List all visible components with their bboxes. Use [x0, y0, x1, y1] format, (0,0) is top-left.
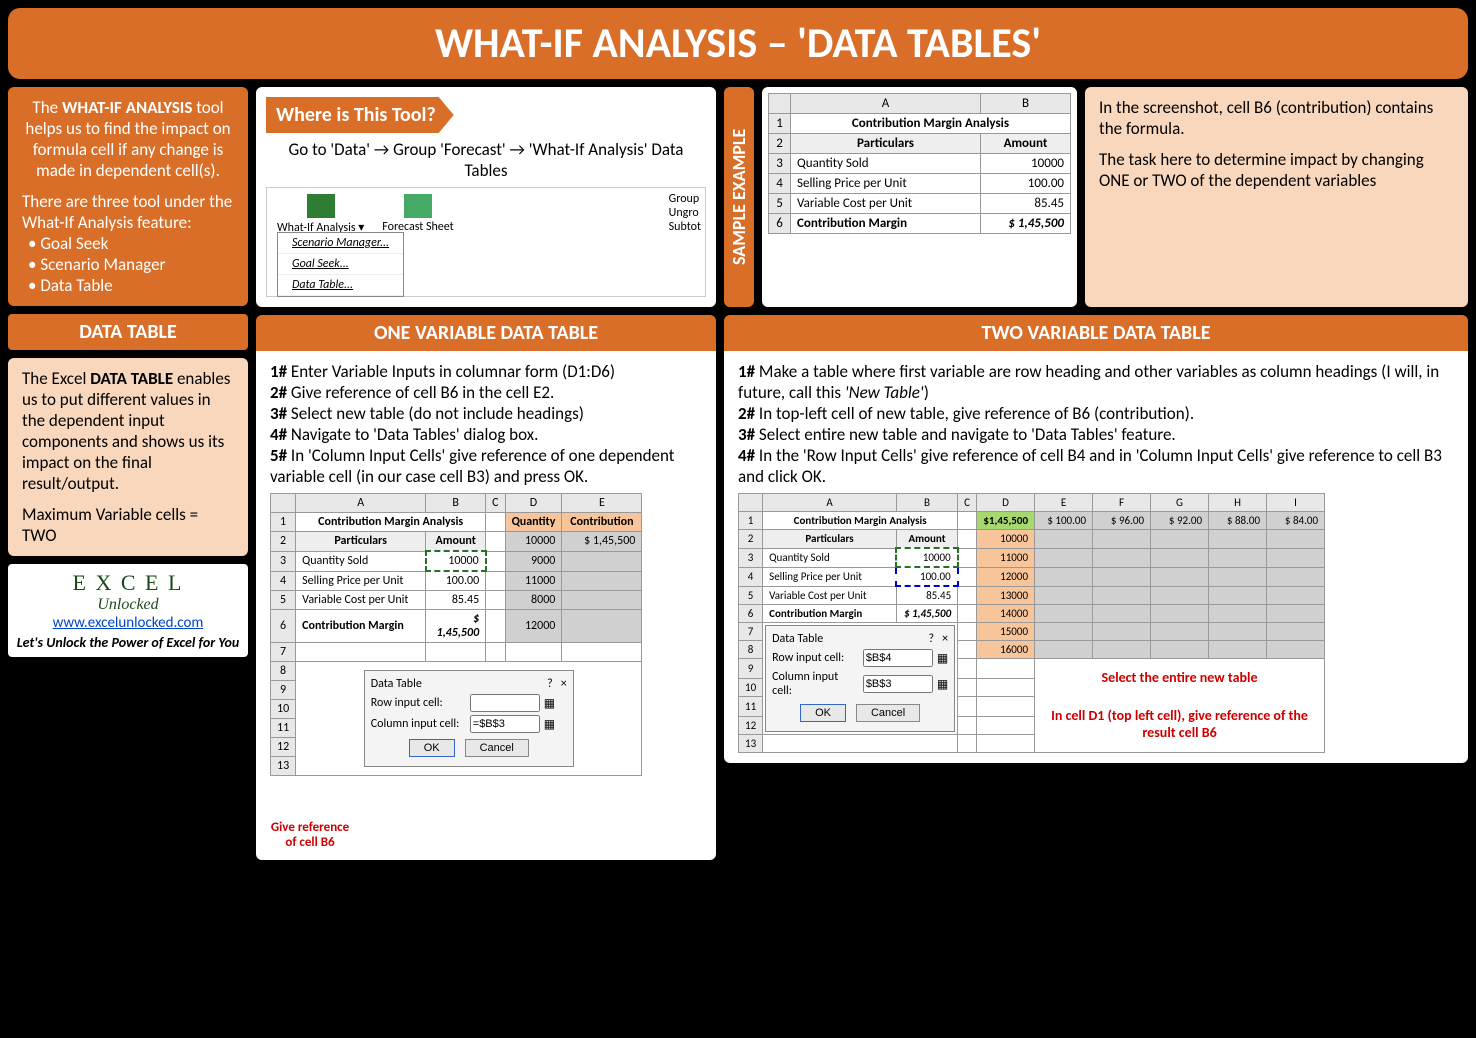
datatable-dialog: Data Table? × Row input cell:▦ Column in… — [364, 670, 574, 767]
logo-text: E X C E L — [14, 570, 242, 596]
where-tool-card: Where is This Tool? Go to 'Data' → Group… — [256, 87, 716, 307]
menu-goalseek[interactable]: Goal Seek... — [278, 254, 403, 275]
col-input-cell[interactable] — [470, 715, 540, 733]
two-var-header: TWO VARIABLE DATA TABLE — [724, 315, 1468, 351]
tool-item: Scenario Manager — [28, 254, 234, 275]
sample-row: SAMPLE EXAMPLE AB 1Contribution Margin A… — [724, 87, 1468, 307]
one-step-5: 5# In 'Column Input Cells' give referenc… — [270, 445, 702, 487]
website-link[interactable]: www.excelunlocked.com — [53, 614, 204, 632]
ribbon-mock: What-If Analysis ▾ Forecast Sheet GroupU… — [266, 187, 706, 297]
whatif-dropdown: Scenario Manager... Goal Seek... Data Ta… — [277, 232, 404, 297]
cancel-button[interactable]: Cancel — [465, 739, 529, 757]
sample-table: AB 1Contribution Margin Analysis 2Partic… — [768, 93, 1071, 234]
tool-item: Data Table — [28, 275, 234, 296]
two-var-section: TWO VARIABLE DATA TABLE 1# Make a table … — [724, 315, 1468, 860]
sample-explain: In the screenshot, cell B6 (contribution… — [1085, 87, 1468, 307]
one-annot: Give reference of cell B6 — [270, 820, 350, 850]
sidebar: The WHAT-IF ANALYSIS tool helps us to fi… — [8, 87, 248, 860]
tagline: Let's Unlock the Power of Excel for You — [14, 634, 242, 651]
ribbon-side: GroupUngroSubtot — [669, 192, 701, 292]
logo-sub: Unlocked — [14, 596, 242, 614]
where-label: Where is This Tool? — [266, 97, 454, 133]
one-var-header: ONE VARIABLE DATA TABLE — [256, 315, 716, 351]
one-step-4: 4# Navigate to 'Data Tables' dialog box. — [270, 424, 702, 445]
datatable-dialog-2: Data Table? × Row input cell:▦ Column in… — [765, 625, 955, 732]
tools-lead: There are three tool under the What-If A… — [22, 191, 234, 233]
menu-datatable[interactable]: Data Table... — [278, 275, 403, 296]
datatable-body: The Excel DATA TABLE enables us to put d… — [22, 368, 234, 494]
where-path: Go to 'Data' → Group 'Forecast' → 'What-… — [266, 139, 706, 181]
explain-1: In the screenshot, cell B6 (contribution… — [1099, 97, 1454, 139]
ok-button-2[interactable]: OK — [800, 704, 846, 722]
explain-2: The task here to determine impact by cha… — [1099, 149, 1454, 191]
page-title: WHAT-IF ANALYSIS – 'DATA TABLES' — [8, 8, 1468, 79]
ok-button[interactable]: OK — [409, 739, 455, 757]
row-input-cell-2[interactable] — [863, 649, 933, 667]
tool-item: Goal Seek — [28, 233, 234, 254]
intro-card: The WHAT-IF ANALYSIS tool helps us to fi… — [8, 87, 248, 306]
datatable-header: DATA TABLE — [8, 314, 248, 350]
two-step-3: 3# Select entire new table and navigate … — [738, 424, 1454, 445]
logo-block: E X C E L Unlocked www.excelunlocked.com… — [8, 564, 248, 657]
col-input-cell-2[interactable] — [863, 675, 933, 693]
two-step-4: 4# In the 'Row Input Cells' give referen… — [738, 445, 1454, 487]
max-var-text: Maximum Variable cells = TWO — [22, 504, 234, 546]
tools-list: Goal Seek Scenario Manager Data Table — [22, 233, 234, 296]
one-var-table: ABCDE 1Contribution Margin AnalysisQuant… — [270, 493, 642, 776]
one-step-1: 1# Enter Variable Inputs in columnar for… — [270, 361, 702, 382]
one-step-3: 3# Select new table (do not include head… — [270, 403, 702, 424]
cancel-button-2[interactable]: Cancel — [856, 704, 920, 722]
one-step-2: 2# Give reference of cell B6 in the cell… — [270, 382, 702, 403]
one-var-section: ONE VARIABLE DATA TABLE 1# Enter Variabl… — [256, 315, 716, 860]
sample-tab: SAMPLE EXAMPLE — [724, 87, 754, 307]
menu-scenario[interactable]: Scenario Manager... — [278, 233, 403, 254]
intro-text: The WHAT-IF ANALYSIS tool helps us to fi… — [22, 97, 234, 181]
sample-table-card: AB 1Contribution Margin Analysis 2Partic… — [762, 87, 1077, 307]
two-step-2: 2# In top-left cell of new table, give r… — [738, 403, 1454, 424]
two-step-1: 1# Make a table where first variable are… — [738, 361, 1454, 403]
two-var-table: ABCDEFGHI 1Contribution Margin Analysis$… — [738, 493, 1325, 753]
row-input-cell[interactable] — [470, 694, 540, 712]
datatable-card: The Excel DATA TABLE enables us to put d… — [8, 358, 248, 556]
